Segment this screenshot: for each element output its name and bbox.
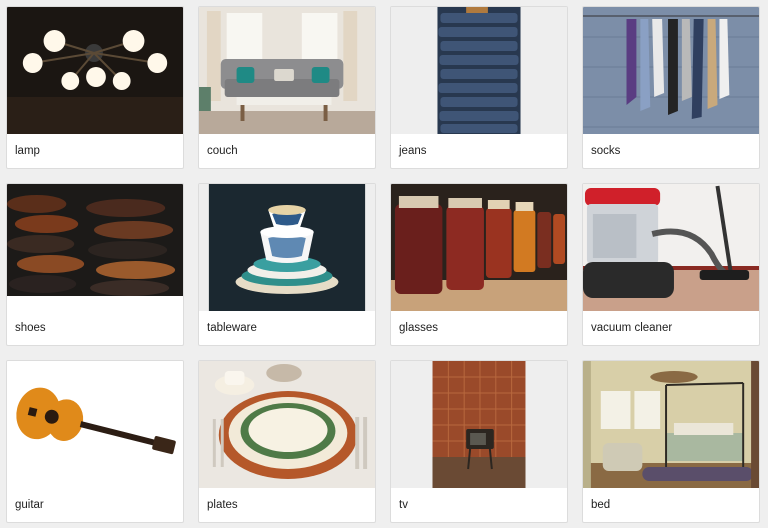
lamp-image: [7, 7, 183, 134]
card-lamp[interactable]: lamp: [6, 6, 184, 169]
card-label: plates: [207, 499, 238, 511]
card-jeans[interactable]: jeans: [390, 6, 568, 169]
card-plates[interactable]: plates: [198, 360, 376, 523]
card-shoes[interactable]: shoes: [6, 183, 184, 346]
card-label: socks: [591, 145, 621, 157]
card-vacuum-cleaner[interactable]: vacuum cleaner: [582, 183, 760, 346]
card-label: tv: [399, 499, 408, 511]
vacuum-cleaner-image: [583, 184, 759, 311]
card-label: vacuum cleaner: [591, 322, 673, 334]
image-grid: lamp couch jeans socks shoes tableware g…: [0, 0, 768, 528]
jeans-image: [391, 7, 567, 134]
card-socks[interactable]: socks: [582, 6, 760, 169]
guitar-image: [7, 361, 183, 488]
card-bed[interactable]: bed: [582, 360, 760, 523]
card-label: tableware: [207, 322, 257, 334]
card-glasses[interactable]: glasses: [390, 183, 568, 346]
card-label: lamp: [15, 145, 40, 157]
plates-image: [199, 361, 375, 488]
bed-image: [583, 361, 759, 488]
glasses-image: [391, 184, 567, 311]
card-label: guitar: [15, 499, 44, 511]
card-label: glasses: [399, 322, 438, 334]
card-label: shoes: [15, 322, 46, 334]
card-guitar[interactable]: guitar: [6, 360, 184, 523]
card-label: jeans: [399, 145, 427, 157]
tableware-image: [199, 184, 375, 311]
card-tableware[interactable]: tableware: [198, 183, 376, 346]
card-couch[interactable]: couch: [198, 6, 376, 169]
card-tv[interactable]: tv: [390, 360, 568, 523]
couch-image: [199, 7, 375, 134]
card-label: bed: [591, 499, 611, 511]
shoes-image: [7, 184, 183, 311]
card-label: couch: [207, 145, 238, 157]
socks-image: [583, 7, 759, 134]
tv-image: [391, 361, 567, 488]
